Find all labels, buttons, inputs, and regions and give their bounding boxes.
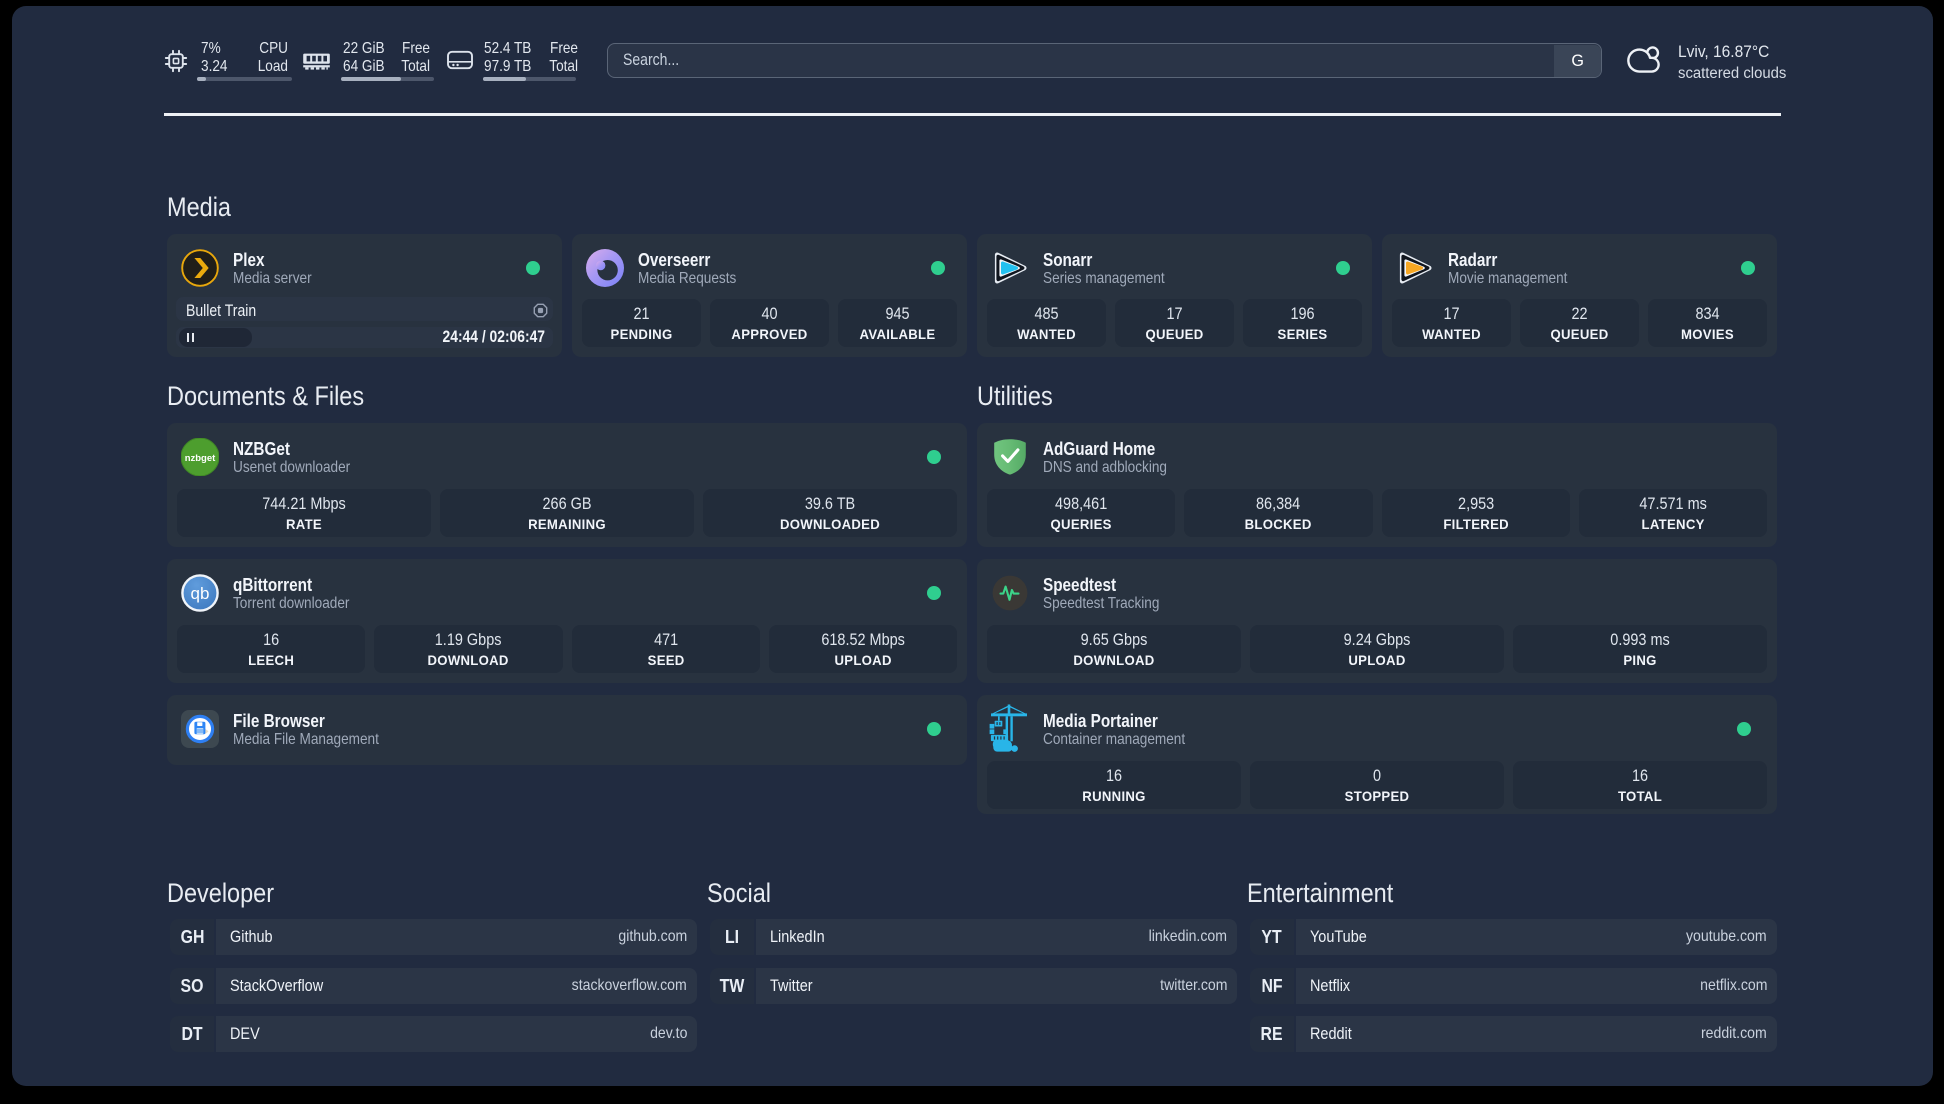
svg-text:qb: qb: [191, 584, 210, 603]
svg-text:nzbget: nzbget: [185, 453, 216, 464]
